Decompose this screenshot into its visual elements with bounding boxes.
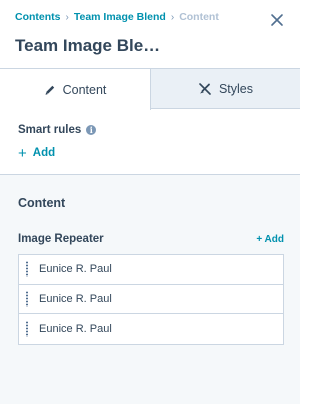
- tab-styles-label: Styles: [218, 81, 254, 96]
- breadcrumb: Contents › Team Image Blend › Content: [15, 11, 219, 23]
- image-repeater-label: Image Repeater: [18, 233, 104, 245]
- smart-rules-label: Smart rules: [18, 124, 82, 136]
- pencil-icon: [45, 85, 54, 95]
- page-title: Team Image Ble…: [15, 36, 161, 55]
- repeater-item[interactable]: Eunice R. Paul: [19, 285, 283, 314]
- breadcrumb-current: Content: [179, 11, 219, 23]
- repeater-item[interactable]: Eunice R. Paul: [19, 314, 283, 344]
- breadcrumb-link-contents[interactable]: Contents: [15, 11, 61, 23]
- drag-handle-icon[interactable]: [25, 261, 29, 278]
- repeater-item-label: Eunice R. Paul: [39, 263, 112, 276]
- drag-handle-icon[interactable]: [25, 290, 29, 307]
- repeater-item[interactable]: Eunice R. Paul: [19, 255, 283, 285]
- close-icon: [271, 14, 283, 26]
- tab-bar: Content Styles: [0, 68, 300, 110]
- tab-content[interactable]: Content: [0, 68, 151, 110]
- tab-styles[interactable]: Styles: [151, 68, 300, 109]
- content-heading: Content: [18, 196, 66, 210]
- image-repeater-add-button[interactable]: + Add: [256, 234, 284, 245]
- add-smart-rule-button[interactable]: + Add: [18, 144, 56, 162]
- panel-header: Contents › Team Image Blend › Content Te…: [0, 0, 300, 69]
- add-smart-rule-label: Add: [32, 147, 56, 159]
- breadcrumb-separator: ›: [65, 11, 69, 23]
- smart-rules-section: Smart rules i + Add: [0, 110, 300, 174]
- repeater-item-label: Eunice R. Paul: [39, 292, 112, 305]
- content-section: Content Image Repeater + Add Eunice R. P…: [0, 175, 300, 404]
- close-button[interactable]: [268, 11, 286, 29]
- brush-icon: [199, 82, 211, 95]
- info-icon[interactable]: i: [86, 125, 97, 135]
- tab-content-label: Content: [62, 82, 107, 97]
- image-repeater-list: Eunice R. Paul Eunice R. Paul Eunice R. …: [18, 254, 284, 345]
- repeater-item-label: Eunice R. Paul: [39, 322, 112, 335]
- plus-icon: +: [18, 144, 27, 162]
- breadcrumb-separator: ›: [170, 11, 175, 23]
- smart-rules-label-row: Smart rules i: [18, 124, 97, 136]
- breadcrumb-link-team-image-blend[interactable]: Team Image Blend: [74, 11, 166, 23]
- drag-handle-icon[interactable]: [25, 320, 29, 337]
